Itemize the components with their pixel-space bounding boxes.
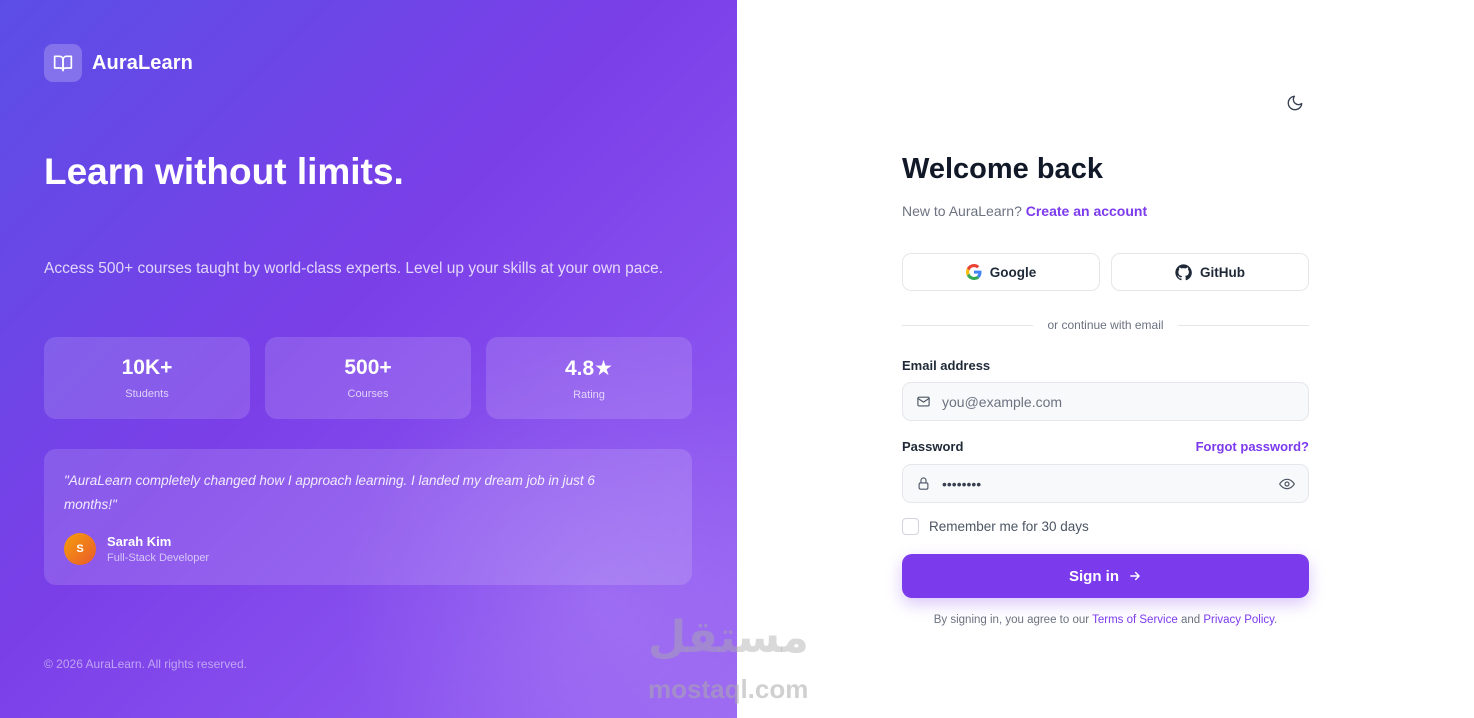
email-field-wrapper: [902, 382, 1309, 421]
hero-subtitle: Access 500+ courses taught by world-clas…: [44, 260, 664, 277]
privacy-policy-link[interactable]: Privacy Policy: [1203, 614, 1274, 626]
divider-line: [1177, 324, 1309, 326]
copyright: © 2026 AuraLearn. All rights reserved.: [44, 657, 247, 671]
lock-icon: [918, 477, 929, 490]
testimonial-author: S Sarah Kim Full-Stack Developer: [64, 533, 672, 565]
stat-card-courses: 500+ Courses: [265, 337, 471, 419]
theme-toggle-button[interactable]: [1282, 90, 1308, 116]
signup-prompt: New to AuraLearn? Create an account: [902, 203, 1147, 219]
show-password-button[interactable]: [1279, 476, 1295, 492]
google-signin-button[interactable]: Google: [902, 253, 1100, 291]
moon-icon: [1287, 95, 1303, 111]
github-signin-button[interactable]: GitHub: [1111, 253, 1309, 291]
hero-panel: AuraLearn Learn without limits. Access 5…: [0, 0, 737, 718]
divider-line: [902, 324, 1034, 326]
divider-text: or continue with email: [1047, 318, 1164, 332]
testimonial-quote: "AuraLearn completely changed how I appr…: [64, 473, 595, 512]
password-label: Password: [902, 439, 964, 454]
arrow-right-icon: [1130, 571, 1140, 581]
create-account-link[interactable]: Create an account: [1026, 203, 1147, 219]
forgot-password-link[interactable]: Forgot password?: [1196, 439, 1309, 454]
auth-panel: Welcome back New to AuraLearn? Create an…: [737, 0, 1474, 718]
terms-of-service-link[interactable]: Terms of Service: [1092, 614, 1178, 626]
github-icon: [1175, 263, 1192, 280]
email-field[interactable]: [942, 393, 1295, 410]
brand-name: AuraLearn: [92, 51, 193, 74]
remember-me-checkbox[interactable]: [902, 518, 919, 535]
hero-title: Learn without limits.: [44, 151, 404, 192]
google-icon: [965, 264, 982, 280]
page-title: Welcome back: [902, 153, 1103, 185]
brand[interactable]: AuraLearn: [44, 44, 193, 82]
terms-suffix: .: [1274, 614, 1278, 626]
terms-notice: By signing in, you agree to our Terms of…: [902, 614, 1309, 626]
stat-card-students: 10K+ Students: [44, 337, 250, 419]
password-field[interactable]: [942, 475, 1279, 492]
sign-in-label: Sign in: [1069, 567, 1119, 585]
avatar: S: [64, 533, 96, 565]
signup-prompt-text: New to AuraLearn?: [902, 203, 1022, 219]
remember-me: Remember me for 30 days: [902, 518, 1089, 535]
stat-label: Students: [125, 388, 169, 400]
stat-value: 4.8★: [564, 356, 614, 380]
social-login: Google GitHub: [902, 253, 1309, 291]
password-field-wrapper: [902, 464, 1309, 503]
book-open-icon: [44, 44, 82, 82]
google-label: Google: [989, 264, 1037, 280]
sign-in-button[interactable]: Sign in: [902, 554, 1309, 598]
divider: or continue with email: [902, 318, 1309, 332]
email-label: Email address: [902, 358, 991, 373]
mail-icon: [917, 396, 930, 407]
stats-row: 10K+ Students 500+ Courses 4.8★ Rating: [44, 337, 692, 419]
stat-value: 10K+: [121, 356, 173, 379]
stat-label: Courses: [347, 388, 389, 400]
remember-me-label: Remember me for 30 days: [929, 519, 1089, 534]
eye-icon: [1279, 478, 1295, 489]
author-role: Full-Stack Developer: [107, 552, 210, 564]
terms-and: and: [1180, 614, 1201, 626]
author-name: Sarah Kim: [107, 534, 172, 549]
github-label: GitHub: [1200, 264, 1245, 280]
stat-label: Rating: [573, 388, 605, 401]
stat-card-rating: 4.8★ Rating: [486, 337, 692, 419]
testimonial-card: "AuraLearn completely changed how I appr…: [44, 449, 692, 585]
terms-prefix: By signing in, you agree to our: [933, 614, 1090, 626]
stat-value: 500+: [344, 356, 392, 379]
